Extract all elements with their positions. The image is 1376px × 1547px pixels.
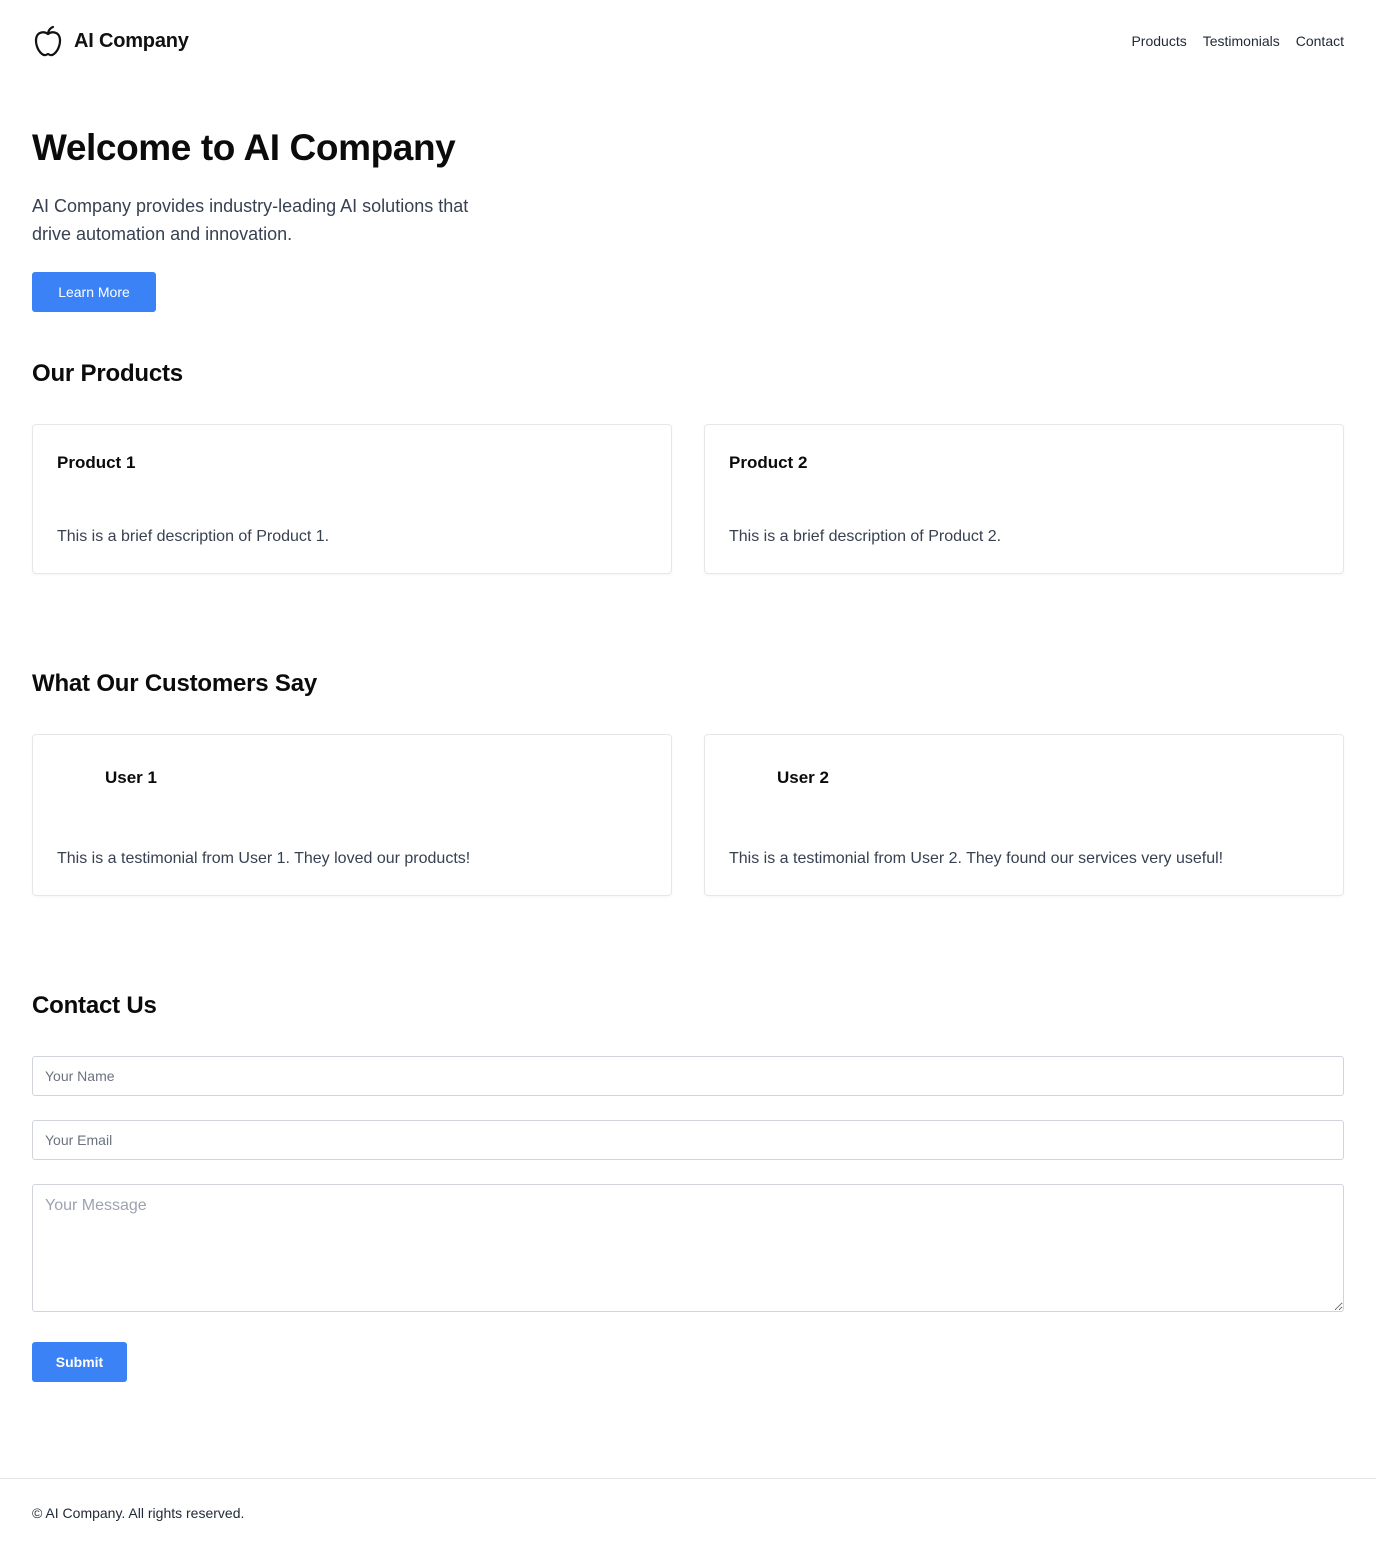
testimonial-text: This is a testimonial from User 1. They …: [57, 850, 471, 867]
product-card-2: Product 2 This is a brief description of…: [704, 424, 1344, 574]
testimonial-card-2: User 2 This is a testimonial from User 2…: [704, 734, 1344, 896]
hero-subtitle: AI Company provides industry-leading AI …: [32, 196, 469, 244]
name-field[interactable]: [32, 1056, 1344, 1096]
brand[interactable]: AI Company: [32, 25, 189, 57]
product-name: Product 2: [729, 453, 808, 472]
learn-more-button[interactable]: Learn More: [32, 272, 156, 312]
testimonial-text: This is a testimonial from User 2. They …: [729, 850, 1224, 867]
product-name: Product 1: [57, 453, 136, 472]
hero-section: Welcome to AI Company AI Company provide…: [32, 124, 512, 248]
footer-copyright: © AI Company. All rights reserved.: [32, 1505, 245, 1521]
site-footer: © AI Company. All rights reserved.: [0, 1478, 1376, 1547]
nav-testimonials[interactable]: Testimonials: [1203, 33, 1280, 49]
main-nav: Products Testimonials Contact: [1131, 33, 1344, 49]
nav-contact[interactable]: Contact: [1296, 33, 1344, 49]
product-description: This is a brief description of Product 1…: [57, 528, 330, 545]
brand-name: AI Company: [74, 29, 189, 52]
submit-button[interactable]: Submit: [32, 1342, 127, 1382]
product-description: This is a brief description of Product 2…: [729, 528, 1002, 545]
testimonial-user: User 2: [777, 768, 829, 787]
products-title: Our Products: [32, 360, 183, 387]
email-field[interactable]: [32, 1120, 1344, 1160]
site-header: AI Company Products Testimonials Contact: [32, 22, 1344, 60]
testimonials-title: What Our Customers Say: [32, 670, 317, 697]
product-card-1: Product 1 This is a brief description of…: [32, 424, 672, 574]
testimonial-card-1: User 1 This is a testimonial from User 1…: [32, 734, 672, 896]
hero-title: Welcome to AI Company: [32, 127, 456, 168]
nav-products[interactable]: Products: [1131, 33, 1186, 49]
apple-icon: [34, 25, 62, 57]
contact-title: Contact Us: [32, 992, 157, 1019]
testimonial-user: User 1: [105, 768, 157, 787]
message-field[interactable]: [32, 1184, 1344, 1312]
